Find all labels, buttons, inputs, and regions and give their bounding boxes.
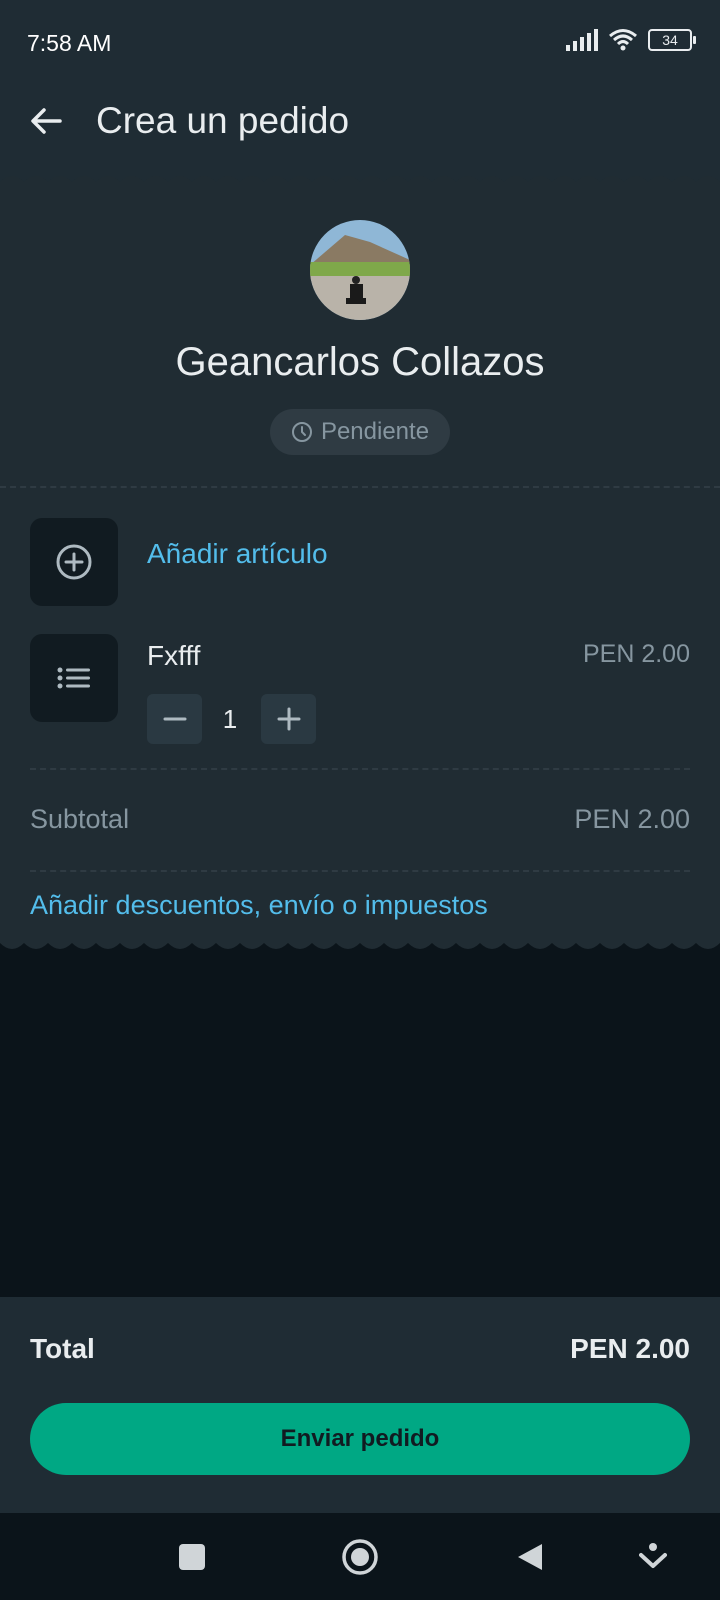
divider <box>30 870 690 872</box>
item-icon-box <box>30 634 118 722</box>
signal-icon <box>566 29 598 51</box>
status-time: 7:58 AM <box>27 30 112 56</box>
app-bar: Crea un pedido <box>0 88 720 170</box>
item-price: PEN 2.00 <box>582 640 690 668</box>
status-icons: 34 <box>566 28 696 52</box>
card-top-edge <box>0 170 720 182</box>
back-button[interactable] <box>24 102 74 152</box>
divider <box>30 768 690 770</box>
total-label: Total <box>30 1333 95 1364</box>
system-back-button[interactable] <box>508 1535 552 1579</box>
back-triangle-icon <box>518 1544 542 1570</box>
status-bar: 7:58 AM 34 <box>0 0 720 88</box>
battery-icon: 34 <box>648 29 696 51</box>
home-button[interactable] <box>338 1535 382 1579</box>
menu-down-button[interactable] <box>631 1535 675 1579</box>
system-nav-bar <box>0 1513 720 1600</box>
card-bottom-edge <box>0 943 720 955</box>
increase-quantity-button[interactable] <box>261 694 316 744</box>
plus-icon <box>277 707 300 731</box>
order-card: Geancarlos Collazos Pendiente Añadir art… <box>0 170 720 955</box>
list-icon <box>57 667 90 689</box>
home-circle-icon <box>342 1539 378 1575</box>
add-extras-link[interactable]: Añadir descuentos, envío o impuestos <box>30 890 488 921</box>
plus-circle-icon <box>56 544 92 580</box>
arrow-left-icon <box>31 108 62 134</box>
order-footer: Total PEN 2.00 Enviar pedido <box>0 1297 720 1513</box>
menu-down-icon <box>639 1543 667 1568</box>
subtotal-value: PEN 2.00 <box>574 804 690 834</box>
contact-avatar <box>310 220 410 320</box>
status-label: Pendiente <box>320 418 430 445</box>
send-order-button[interactable]: Enviar pedido <box>30 1403 690 1475</box>
page-title: Crea un pedido <box>96 100 350 141</box>
item-quantity: 1 <box>222 704 238 734</box>
divider <box>0 486 720 488</box>
square-icon <box>179 1544 205 1570</box>
contact-name: Geancarlos Collazos <box>175 340 545 384</box>
clock-icon <box>291 422 312 442</box>
avatar-photo <box>310 220 410 320</box>
status-badge: Pendiente <box>270 409 450 455</box>
wifi-icon <box>609 29 637 51</box>
total-value: PEN 2.00 <box>570 1333 690 1364</box>
decrease-quantity-button[interactable] <box>147 694 202 744</box>
item-name: Fxfff <box>147 640 201 671</box>
add-item-icon-box[interactable] <box>30 518 118 606</box>
add-item-button[interactable]: Añadir artículo <box>147 538 328 570</box>
subtotal-label: Subtotal <box>30 804 130 834</box>
recents-button[interactable] <box>170 1535 214 1579</box>
minus-icon <box>163 717 186 721</box>
